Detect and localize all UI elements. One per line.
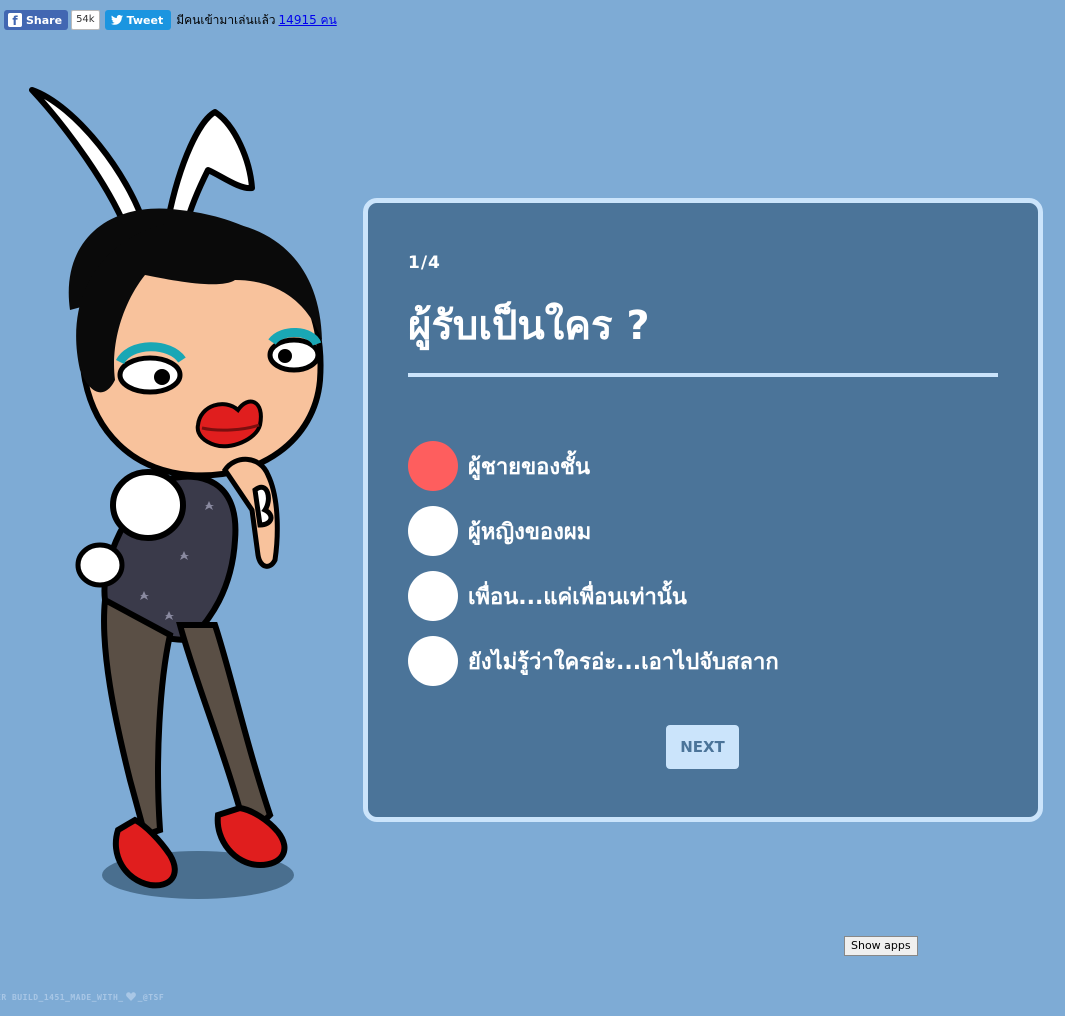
choice-option-4[interactable]: ยังไม่รู้ว่าใครอ่ะ...เอาไปจับสลาก: [408, 636, 779, 686]
bunny-girl-illustration: [20, 80, 340, 910]
radio-unselected-icon[interactable]: [408, 636, 458, 686]
choice-label: ผู้ชายของชั้น: [468, 454, 591, 480]
footer-suffix: _@TSF: [137, 993, 165, 1002]
radio-unselected-icon[interactable]: [408, 571, 458, 621]
facebook-share-button[interactable]: f Share: [4, 10, 69, 30]
share-count: 54k: [71, 10, 100, 30]
show-apps-button[interactable]: Show apps: [844, 936, 918, 956]
choice-option-2[interactable]: ผู้หญิงของผม: [408, 506, 779, 556]
footer-prefix: ER BUILD_1451_MADE_WITH_: [0, 993, 124, 1002]
choice-option-1[interactable]: ผู้ชายของชั้น: [408, 441, 779, 491]
quiz-card: 1/4 ผู้รับเป็นใคร ? ผู้ชายของชั้น ผู้หญิ…: [363, 198, 1043, 822]
build-footer: ER BUILD_1451_MADE_WITH_ _@TSF: [0, 992, 164, 1003]
twitter-bird-icon: [110, 15, 123, 25]
social-bar: f Share 54k Tweet มีคนเข้ามาเล่นแล้ว 149…: [4, 10, 337, 30]
radio-unselected-icon[interactable]: [408, 506, 458, 556]
tweet-button[interactable]: Tweet: [104, 10, 172, 30]
question-progress: 1/4: [408, 253, 441, 273]
choice-label: เพื่อน...แค่เพื่อนเท่านั้น: [468, 584, 687, 610]
radio-selected-icon[interactable]: [408, 441, 458, 491]
choice-label: ผู้หญิงของผม: [468, 519, 592, 545]
facebook-icon: f: [8, 13, 22, 27]
choice-option-3[interactable]: เพื่อน...แค่เพื่อนเท่านั้น: [408, 571, 779, 621]
choice-list: ผู้ชายของชั้น ผู้หญิงของผม เพื่อน...แค่เ…: [408, 441, 779, 701]
share-label: Share: [26, 13, 63, 27]
question-title: ผู้รับเป็นใคร ?: [408, 303, 650, 349]
players-text: มีคนเข้ามาเล่นแล้ว: [176, 12, 276, 27]
heart-icon: [125, 992, 136, 1003]
tweet-label: Tweet: [126, 13, 164, 27]
players-count-link[interactable]: 14915 คน: [279, 11, 337, 30]
next-button[interactable]: NEXT: [666, 725, 739, 769]
title-divider: [408, 373, 998, 377]
choice-label: ยังไม่รู้ว่าใครอ่ะ...เอาไปจับสลาก: [468, 649, 779, 675]
